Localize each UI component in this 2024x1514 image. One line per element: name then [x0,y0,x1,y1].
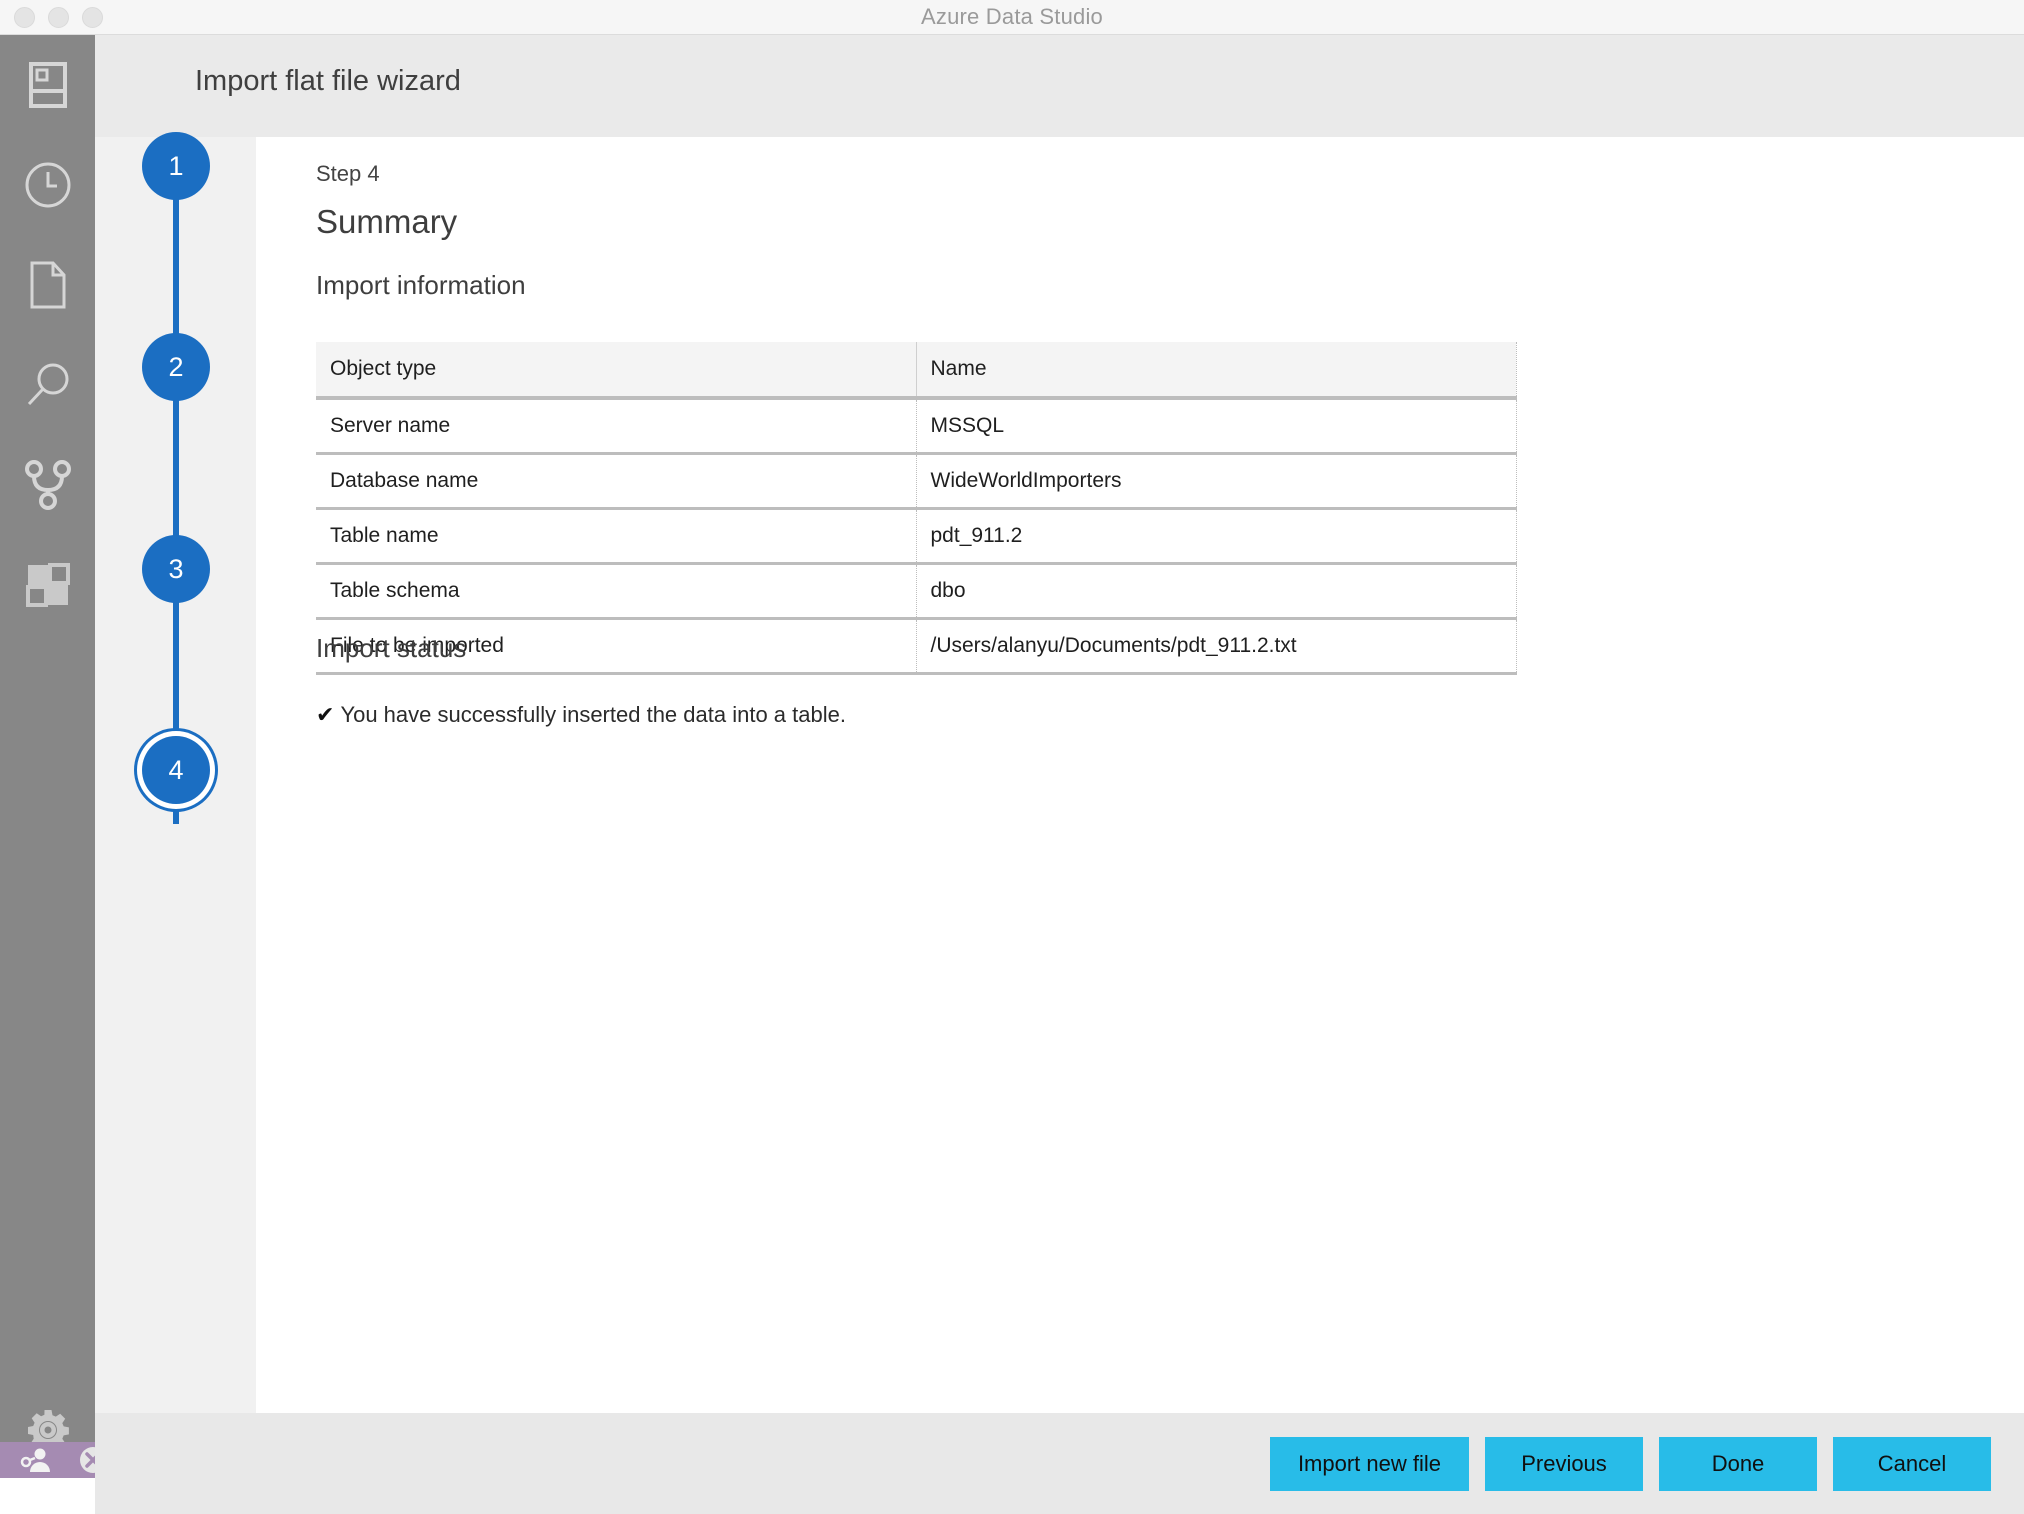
cell-name: pdt_911.2 [916,508,1517,565]
done-button[interactable]: Done [1659,1437,1817,1491]
activity-item-notebooks[interactable] [0,235,95,335]
wizard-footer: Import new file Previous Done Cancel [95,1413,2024,1514]
cell-name: /Users/alanyu/Documents/pdt_911.2.txt [916,618,1517,675]
import-status-heading: Import status [316,633,467,663]
import-information-table: Object type Name Server name MSSQL Datab… [316,342,1517,675]
minimize-button[interactable] [48,7,69,28]
cell-object-type: Server name [316,398,917,455]
import-status-message-row: ✔ You have successfully inserted the data… [316,702,846,728]
wizard-step-4[interactable]: 4 [142,736,210,804]
import-new-file-button[interactable]: Import new file [1269,1437,1469,1491]
activity-item-servers[interactable] [0,35,95,135]
wizard-step-rail: 1 2 3 4 [95,132,256,1413]
wizard-title: Import flat file wizard [195,65,461,97]
activity-bar-bottom-items [0,1382,106,1478]
close-button[interactable] [14,7,35,28]
wizard-header: Import flat file wizard [95,35,2024,137]
table-row[interactable]: Table name pdt_911.2 [316,508,1517,565]
table-row[interactable]: Database name WideWorldImporters [316,453,1517,510]
wizard-content-pane: Step 4 Summary Import information Object… [256,137,2024,1413]
step-rail-connector [173,167,179,824]
cell-name: WideWorldImporters [916,453,1517,510]
window-title-bar: Azure Data Studio [0,0,2024,35]
page-title: Summary [316,203,458,240]
source-control-icon [24,460,71,510]
cell-object-type: Table name [316,508,917,565]
previous-button[interactable]: Previous [1485,1437,1643,1491]
cell-name: dbo [916,563,1517,620]
step-label: Step 4 [316,161,380,186]
cell-object-type: Table schema [316,563,917,620]
success-check-icon: ✔ [316,702,335,727]
cell-name: MSSQL [916,398,1517,455]
traffic-light-group [14,0,103,35]
activity-item-history[interactable] [0,135,95,235]
wizard-step-3[interactable]: 3 [142,535,210,603]
wizard-step-1[interactable]: 1 [142,132,210,200]
import-information-heading: Import information [316,270,526,300]
import-status-message: You have successfully inserted the data … [340,702,846,727]
activity-item-search[interactable] [0,335,95,435]
cancel-button[interactable]: Cancel [1833,1437,1991,1491]
extensions-icon [25,563,70,607]
activity-item-extensions[interactable] [0,535,95,635]
notebook-file-icon [28,260,68,310]
wizard-step-2[interactable]: 2 [142,333,210,401]
table-row[interactable]: File to be imported /Users/alanyu/Docume… [316,618,1517,675]
table-row[interactable]: Table schema dbo [316,563,1517,620]
column-header-object-type[interactable]: Object type [316,342,917,400]
zoom-button[interactable] [82,7,103,28]
activity-item-source-control[interactable] [0,435,95,535]
activity-bar-top-items [0,35,95,635]
accounts-icon[interactable] [20,1446,50,1474]
activity-bar [0,35,106,1478]
column-header-name[interactable]: Name [916,342,1517,400]
window-title: Azure Data Studio [921,4,1103,29]
search-icon [24,361,72,409]
cell-object-type: Database name [316,453,917,510]
table-row[interactable]: Server name MSSQL [316,398,1517,455]
wizard-footer-buttons: Import new file Previous Done Cancel [1269,1437,1991,1491]
servers-icon [28,61,68,109]
history-icon [24,161,72,209]
table-header-row: Object type Name [316,342,1517,400]
status-bar [0,1442,106,1478]
